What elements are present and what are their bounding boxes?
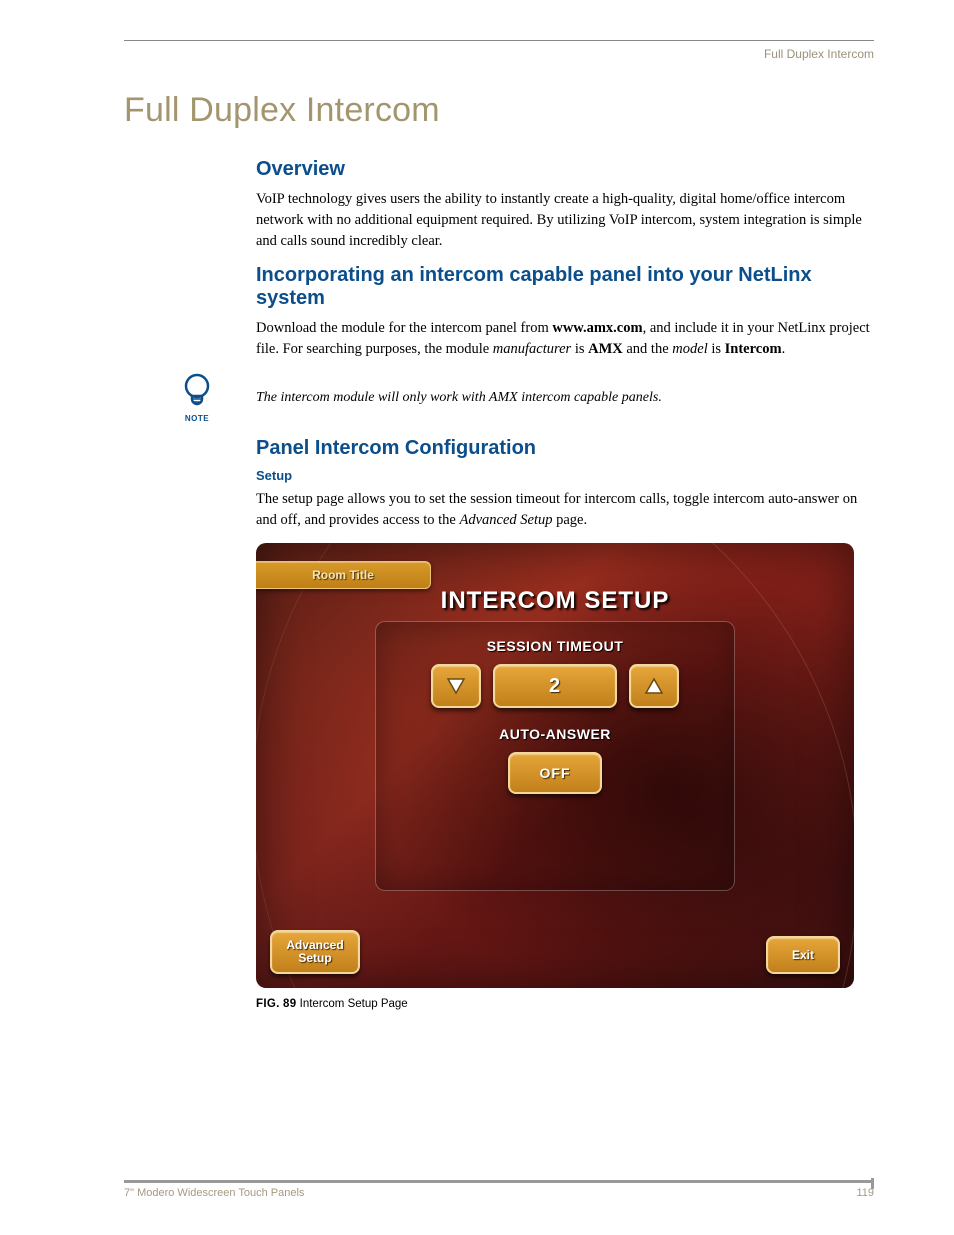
advanced-setup-button[interactable]: Advanced Setup bbox=[270, 930, 360, 974]
auto-answer-toggle[interactable]: OFF bbox=[508, 752, 602, 794]
timeout-increase-button[interactable] bbox=[629, 664, 679, 708]
overview-text: VoIP technology gives users the ability … bbox=[256, 189, 874, 252]
heading-incorporating: Incorporating an intercom capable panel … bbox=[256, 264, 874, 310]
auto-answer-label: AUTO-ANSWER bbox=[376, 726, 734, 742]
room-title-button[interactable]: Room Title bbox=[256, 561, 431, 589]
panel-heading: INTERCOM SETUP bbox=[256, 587, 854, 615]
running-head: Full Duplex Intercom bbox=[124, 47, 874, 61]
subheading-setup: Setup bbox=[256, 468, 874, 483]
intercom-setup-figure: Room Title INTERCOM SETUP SESSION TIMEOU… bbox=[256, 543, 854, 988]
advanced-setup-label: Advanced Setup bbox=[276, 939, 354, 965]
note-icon: NOTE bbox=[172, 372, 222, 423]
settings-frame: SESSION TIMEOUT 2 AUTO-ANSWER bbox=[375, 621, 735, 891]
heading-panel-config: Panel Intercom Configuration bbox=[256, 437, 874, 460]
triangle-down-icon bbox=[446, 677, 466, 695]
timeout-value-display: 2 bbox=[493, 664, 617, 708]
timeout-decrease-button[interactable] bbox=[431, 664, 481, 708]
setup-text: The setup page allows you to set the ses… bbox=[256, 489, 874, 531]
session-timeout-label: SESSION TIMEOUT bbox=[376, 638, 734, 654]
heading-overview: Overview bbox=[256, 158, 874, 181]
exit-label: Exit bbox=[792, 949, 814, 962]
page-footer: 7" Modero Widescreen Touch Panels 119 bbox=[124, 1180, 874, 1199]
incorporating-text: Download the module for the intercom pan… bbox=[256, 318, 874, 360]
page-title: Full Duplex Intercom bbox=[124, 91, 874, 130]
exit-button[interactable]: Exit bbox=[766, 936, 840, 974]
figure-caption: FIG. 89 Intercom Setup Page bbox=[256, 998, 874, 1010]
note-text: The intercom module will only work with … bbox=[256, 390, 662, 406]
triangle-up-icon bbox=[644, 677, 664, 695]
footer-title: 7" Modero Widescreen Touch Panels bbox=[124, 1187, 304, 1199]
note-label: NOTE bbox=[172, 414, 222, 423]
